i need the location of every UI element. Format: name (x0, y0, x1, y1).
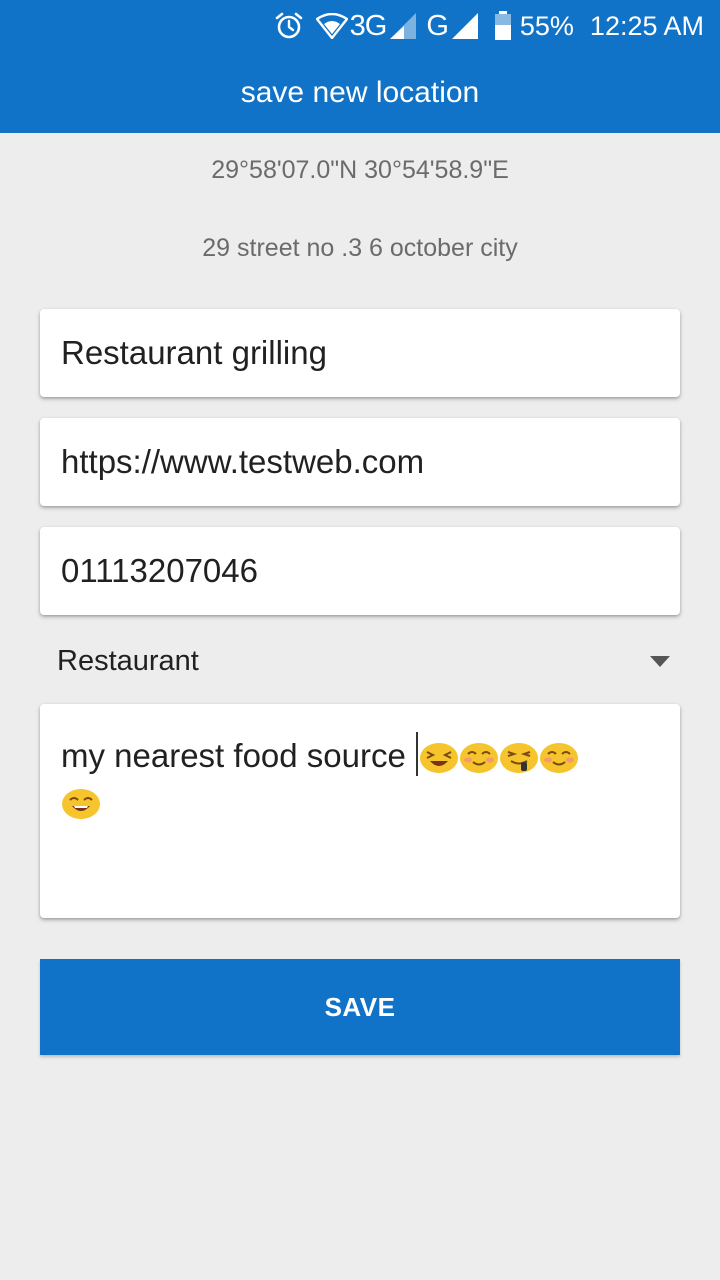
smiling-face-emoji (460, 743, 499, 773)
phone-field[interactable]: 01113207046 (40, 527, 680, 615)
network-g-label: G (426, 9, 449, 42)
app-bar: save new location (0, 52, 720, 133)
website-field[interactable]: https://www.testweb.com (40, 418, 680, 506)
grinning-face-emoji (62, 789, 100, 819)
battery-percent: 55% (519, 10, 574, 41)
category-dropdown[interactable]: Restaurant (40, 632, 680, 690)
address-text: 29 street no .3 6 october city (202, 234, 518, 262)
wifi-icon (315, 13, 348, 39)
clock-time: 12:25 AM (589, 10, 704, 41)
notes-text: my nearest food source (61, 737, 416, 774)
smiling-face-emoji (540, 743, 579, 773)
website-field-value: https://www.testweb.com (61, 443, 425, 480)
alarm-clock-icon (274, 11, 304, 41)
name-field[interactable]: Restaurant grilling (40, 309, 680, 397)
network-3g-label: 3G (349, 9, 388, 42)
name-field-value: Restaurant grilling (61, 334, 327, 371)
status-bar: 3G G 55% 12:25 AM (0, 0, 720, 52)
save-button[interactable]: SAVE (40, 959, 680, 1055)
signal-strength-icon (388, 12, 418, 40)
squinting-face-emoji (420, 743, 459, 773)
battery-icon (494, 11, 512, 41)
save-button-label: SAVE (324, 991, 396, 1022)
dropdown-arrow-icon (650, 655, 670, 667)
phone-field-value: 01113207046 (61, 552, 258, 589)
signal-strength-icon (450, 12, 480, 40)
category-selected-value: Restaurant (57, 644, 199, 677)
coordinates-text: 29°58'07.0"N 30°54'58.9"E (211, 156, 509, 184)
page-title: save new location (240, 75, 480, 109)
text-cursor (416, 732, 419, 776)
notes-field[interactable]: my nearest food source (40, 704, 680, 918)
yum-face-emoji (500, 743, 539, 773)
